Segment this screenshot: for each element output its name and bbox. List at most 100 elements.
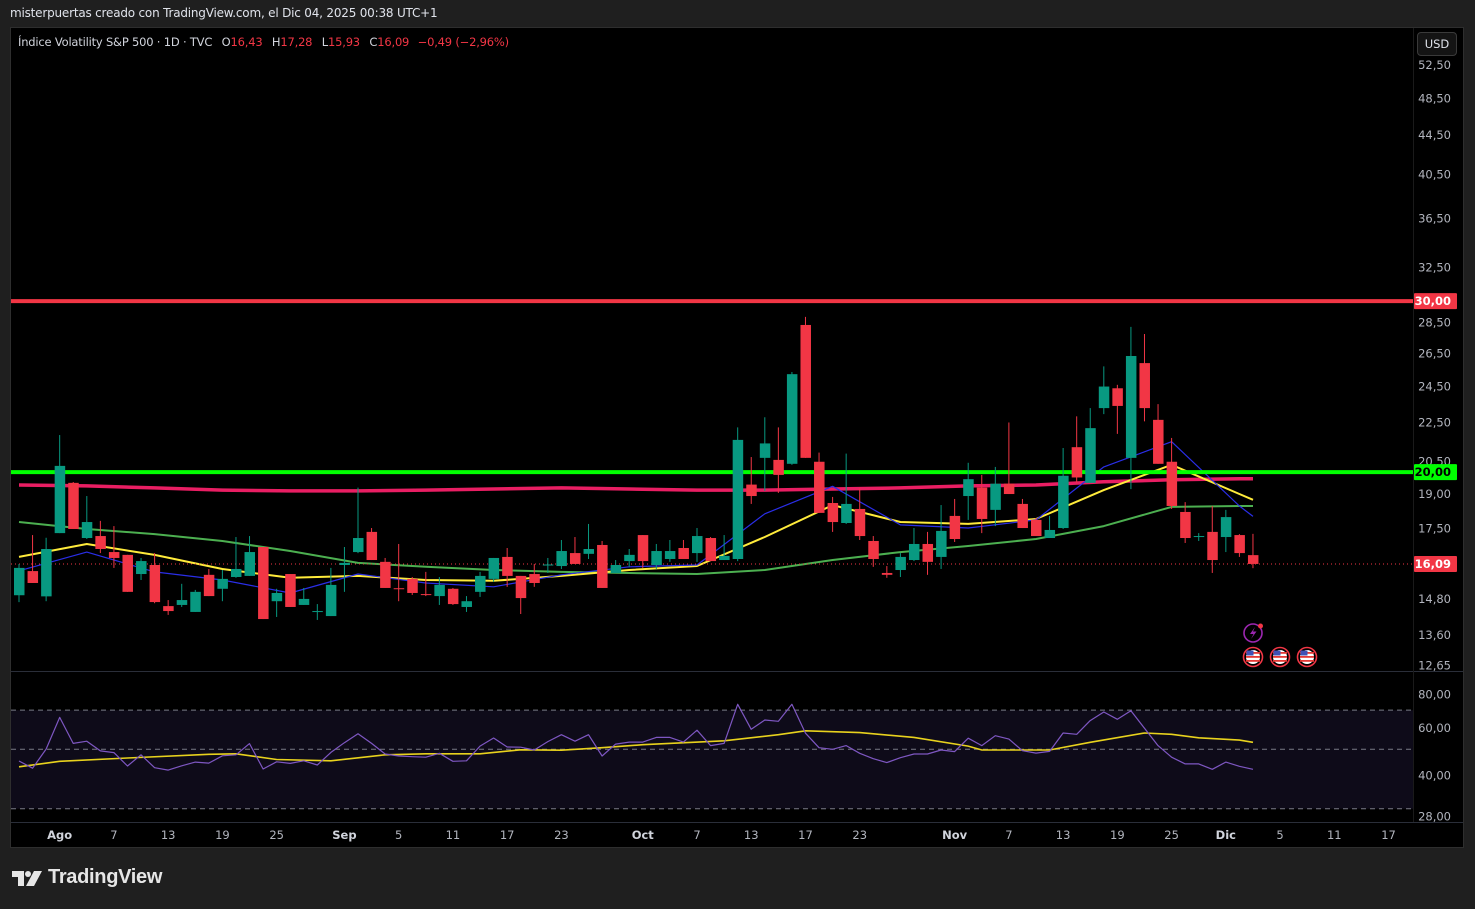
candle[interactable]: [583, 523, 595, 559]
candle[interactable]: [1031, 518, 1042, 537]
candle[interactable]: [1098, 366, 1110, 415]
candle[interactable]: [1112, 384, 1123, 434]
candle[interactable]: [637, 535, 649, 568]
candle[interactable]: [827, 496, 839, 532]
candle[interactable]: [41, 537, 52, 602]
candle[interactable]: [1220, 509, 1232, 553]
candle[interactable]: [556, 539, 567, 569]
candle[interactable]: [203, 568, 215, 597]
candle[interactable]: [27, 535, 39, 583]
currency-button[interactable]: USD: [1417, 32, 1457, 56]
candle[interactable]: [244, 536, 256, 576]
candle[interactable]: [1166, 437, 1178, 509]
candle[interactable]: [190, 589, 201, 612]
price-axis[interactable]: 52,50 48,50 44,50 40,50 36,50 32,50 28,50 26,50…: [1418, 58, 1451, 672]
candle[interactable]: [678, 539, 689, 559]
tradingview-logo[interactable]: TradingView: [12, 866, 162, 889]
candle[interactable]: [773, 427, 784, 493]
candle[interactable]: [14, 563, 25, 603]
candle[interactable]: [447, 587, 459, 605]
candle[interactable]: [854, 488, 866, 540]
chart-canvas[interactable]: 52,50 48,50 44,50 40,50 36,50 32,50 28,50 26,50…: [0, 0, 1475, 909]
candle[interactable]: [651, 543, 662, 569]
candle[interactable]: [1058, 447, 1069, 529]
candle[interactable]: [68, 481, 79, 529]
candle[interactable]: [624, 549, 635, 567]
candle[interactable]: [1125, 326, 1137, 490]
candle[interactable]: [366, 528, 378, 561]
candle-body: [800, 324, 811, 458]
candle[interactable]: [515, 575, 527, 614]
candle[interactable]: [1017, 498, 1028, 529]
time-tick-label: 5: [395, 828, 402, 842]
us-flag-economic-event-icon[interactable]: [1242, 646, 1264, 668]
lightning-event-icon[interactable]: [1243, 623, 1263, 643]
candle[interactable]: [258, 546, 269, 620]
candle[interactable]: [800, 316, 811, 458]
candle[interactable]: [353, 487, 364, 554]
candle[interactable]: [881, 566, 893, 578]
candle[interactable]: [786, 371, 798, 465]
candle[interactable]: [1193, 533, 1205, 541]
candle[interactable]: [976, 474, 988, 534]
candle-body: [1207, 531, 1218, 561]
candle[interactable]: [312, 604, 323, 620]
candle[interactable]: [1234, 534, 1245, 557]
time-tick-label: 23: [554, 828, 569, 842]
candle[interactable]: [1207, 505, 1218, 573]
candle[interactable]: [217, 570, 228, 602]
candle[interactable]: [122, 554, 133, 592]
candle[interactable]: [664, 539, 676, 562]
candle[interactable]: [610, 560, 622, 573]
candle[interactable]: [922, 531, 934, 575]
candle[interactable]: [136, 557, 147, 580]
candle[interactable]: [597, 540, 608, 588]
candle[interactable]: [814, 452, 825, 513]
candle[interactable]: [54, 435, 66, 534]
time-axis[interactable]: Ago 7 13 19 25 Sep 5 11 17 23 Oct 7 13 17 23 Nov 7 13 19 25…: [47, 828, 1396, 842]
candle[interactable]: [1180, 502, 1191, 543]
candle[interactable]: [420, 571, 432, 597]
candle[interactable]: [81, 496, 93, 540]
candle[interactable]: [95, 520, 106, 554]
candle-body: [1098, 386, 1110, 409]
candle[interactable]: [1139, 333, 1150, 422]
candle[interactable]: [732, 427, 744, 562]
time-tick-label: Sep: [332, 828, 356, 842]
candle[interactable]: [271, 588, 283, 617]
symbol-legend[interactable]: Índice Volatility S&P 500 · 1D · TVC O16…: [18, 35, 509, 49]
candle[interactable]: [759, 417, 771, 491]
candle[interactable]: [1153, 404, 1164, 464]
candle[interactable]: [895, 553, 906, 577]
candle[interactable]: [285, 574, 296, 607]
candle[interactable]: [1044, 515, 1056, 539]
candle[interactable]: [1071, 416, 1083, 483]
us-flag-economic-event-icon[interactable]: [1296, 646, 1318, 668]
candle[interactable]: [325, 567, 337, 617]
candle[interactable]: [488, 557, 500, 582]
candle[interactable]: [176, 583, 188, 607]
candle[interactable]: [475, 571, 486, 597]
us-flag-economic-event-icon[interactable]: [1269, 646, 1291, 668]
candle[interactable]: [949, 498, 961, 542]
candle[interactable]: [908, 528, 920, 562]
candle[interactable]: [163, 600, 174, 615]
candle[interactable]: [461, 596, 472, 612]
candle[interactable]: [1003, 422, 1015, 495]
candle[interactable]: [569, 537, 581, 564]
candle[interactable]: [1085, 408, 1096, 483]
rsi-axis[interactable]: 80,00 60,00 40,00 28,00: [1418, 688, 1451, 824]
candle[interactable]: [692, 528, 703, 562]
candle[interactable]: [990, 466, 1001, 527]
candle[interactable]: [407, 576, 418, 595]
candle[interactable]: [380, 557, 391, 588]
candle[interactable]: [393, 543, 405, 602]
candle[interactable]: [705, 537, 717, 562]
candle[interactable]: [149, 553, 161, 604]
candle[interactable]: [868, 536, 879, 567]
candle[interactable]: [746, 457, 757, 504]
candle[interactable]: [529, 563, 540, 587]
candle[interactable]: [339, 546, 350, 592]
candle[interactable]: [1247, 533, 1259, 569]
candle[interactable]: [936, 505, 947, 569]
